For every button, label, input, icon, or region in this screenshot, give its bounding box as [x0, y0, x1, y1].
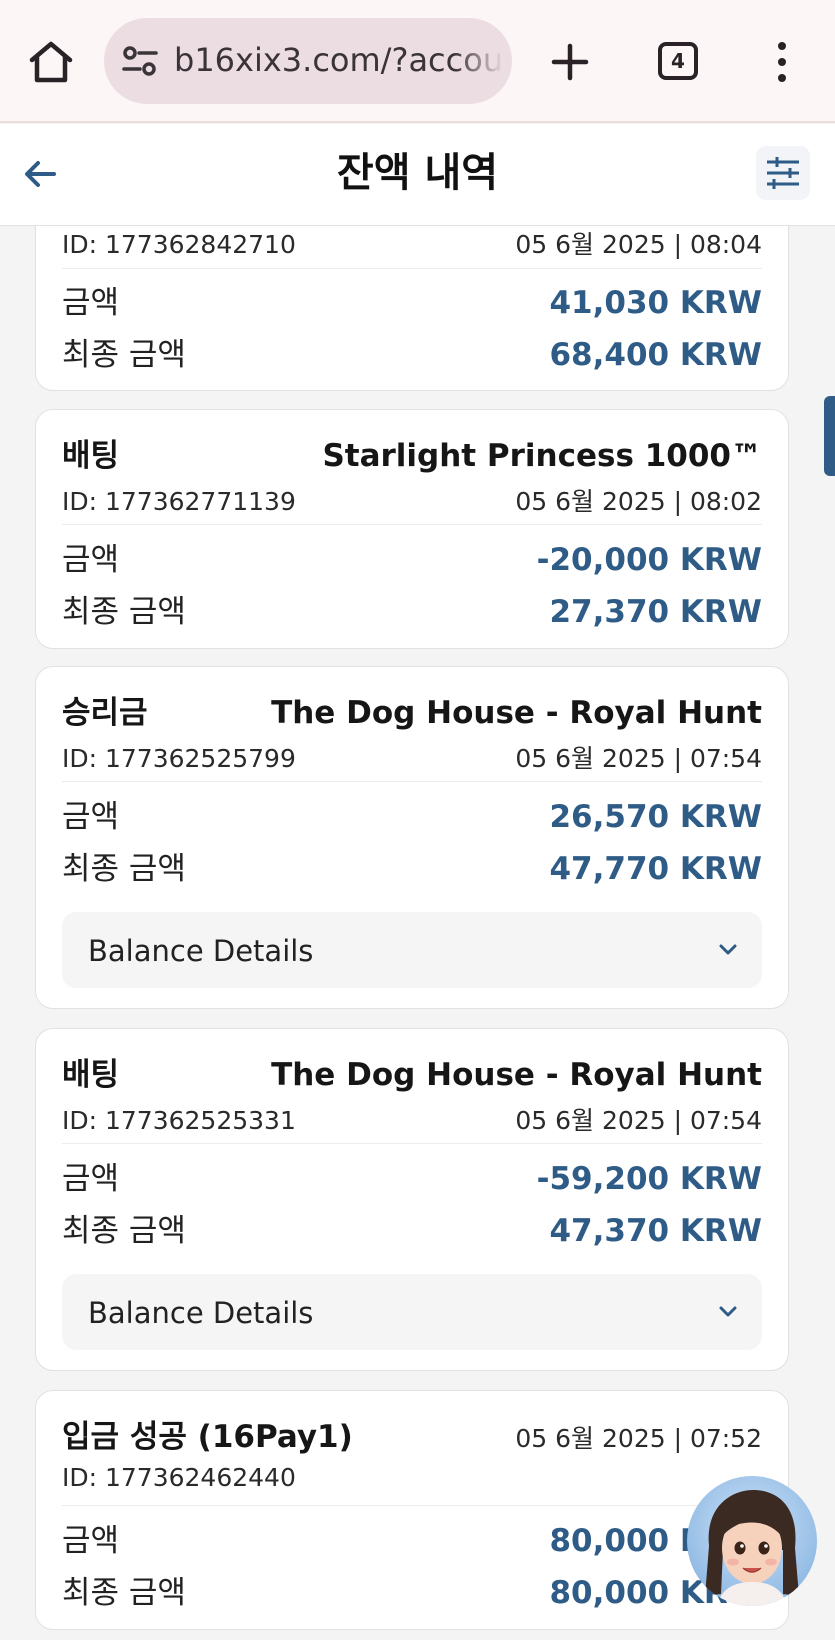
final-amount-value: 47,370 KRW: [549, 1213, 762, 1249]
balance-details-label: Balance Details: [88, 1296, 314, 1330]
final-amount-value: 47,770 KRW: [549, 851, 762, 887]
amount-label: 금액: [62, 1523, 120, 1559]
transaction-datetime: 05 6월 2025 | 08:04: [515, 230, 762, 259]
transaction-type: 입금 성공 (16Pay1): [62, 1419, 353, 1455]
transaction-id: ID: 177362462440: [62, 1463, 296, 1492]
filter-button[interactable]: [756, 146, 810, 200]
transaction-datetime: 05 6월 2025 | 08:02: [515, 487, 762, 516]
home-icon[interactable]: [26, 38, 76, 86]
transaction-card: 배팅 The Dog House - Royal Hunt ID: 177362…: [35, 1028, 789, 1371]
transaction-type: 배팅: [62, 438, 120, 474]
balance-details-toggle[interactable]: Balance Details: [62, 912, 762, 988]
game-name: The Dog House - Royal Hunt: [271, 695, 762, 731]
transaction-card: 입금 성공 (16Pay1) 05 6월 2025 | 07:52 ID: 17…: [35, 1390, 789, 1630]
transaction-card: 승리금 The Dog House - Royal Hunt ID: 17736…: [35, 666, 789, 1009]
scrollbar-thumb[interactable]: [824, 396, 835, 476]
transaction-id: ID: 177362842710: [62, 230, 296, 259]
transaction-card: ID: 177362842710 05 6월 2025 | 08:04 금액 4…: [35, 226, 789, 391]
address-bar[interactable]: b16xix3.com/?accou: [104, 18, 512, 104]
game-name: The Dog House - Royal Hunt: [271, 1057, 762, 1093]
chevron-down-icon: [719, 1306, 737, 1317]
amount-label: 금액: [62, 799, 120, 835]
final-amount-label: 최종 금액: [62, 1213, 186, 1249]
transaction-id: ID: 177362525331: [62, 1106, 296, 1135]
balance-details-label: Balance Details: [88, 934, 314, 968]
chevron-down-icon: [719, 944, 737, 955]
plus-icon[interactable]: [548, 38, 592, 86]
assistant-avatar[interactable]: [687, 1476, 817, 1606]
amount-label: 금액: [62, 285, 120, 321]
final-amount-label: 최종 금액: [62, 851, 186, 887]
transaction-datetime: 05 6월 2025 | 07:54: [515, 1106, 762, 1135]
browser-toolbar: b16xix3.com/?accou 4: [0, 0, 835, 123]
app-header: 잔액 내역: [0, 124, 835, 226]
balance-details-toggle[interactable]: Balance Details: [62, 1274, 762, 1350]
final-amount-value: 27,370 KRW: [549, 594, 762, 630]
amount-value: -59,200 KRW: [536, 1161, 762, 1197]
final-amount-label: 최종 금액: [62, 337, 186, 373]
tab-switcher-button[interactable]: 4: [658, 42, 698, 80]
transaction-id: ID: 177362525799: [62, 744, 296, 773]
final-amount-label: 최종 금액: [62, 1575, 186, 1611]
sliders-icon: [767, 157, 799, 189]
amount-label: 금액: [62, 542, 120, 578]
url-text[interactable]: b16xix3.com/?accou: [174, 38, 504, 82]
more-vert-icon[interactable]: [770, 40, 794, 84]
transaction-id: ID: 177362771139: [62, 487, 296, 516]
amount-value: -20,000 KRW: [536, 542, 762, 578]
amount-label: 금액: [62, 1161, 120, 1197]
final-amount-value: 68,400 KRW: [549, 337, 762, 373]
balance-history-list[interactable]: ID: 177362842710 05 6월 2025 | 08:04 금액 4…: [0, 226, 835, 1640]
tune-icon[interactable]: [120, 44, 160, 78]
amount-value: 41,030 KRW: [549, 285, 762, 321]
game-name: Starlight Princess 1000™: [322, 438, 762, 474]
amount-value: 26,570 KRW: [549, 799, 762, 835]
final-amount-label: 최종 금액: [62, 594, 186, 630]
transaction-datetime: 05 6월 2025 | 07:54: [515, 744, 762, 773]
transaction-type: 배팅: [62, 1057, 120, 1093]
page-title: 잔액 내역: [336, 150, 499, 196]
transaction-card: 배팅 Starlight Princess 1000™ ID: 17736277…: [35, 409, 789, 649]
transaction-type: 승리금: [62, 695, 148, 731]
transaction-datetime: 05 6월 2025 | 07:52: [515, 1424, 762, 1453]
